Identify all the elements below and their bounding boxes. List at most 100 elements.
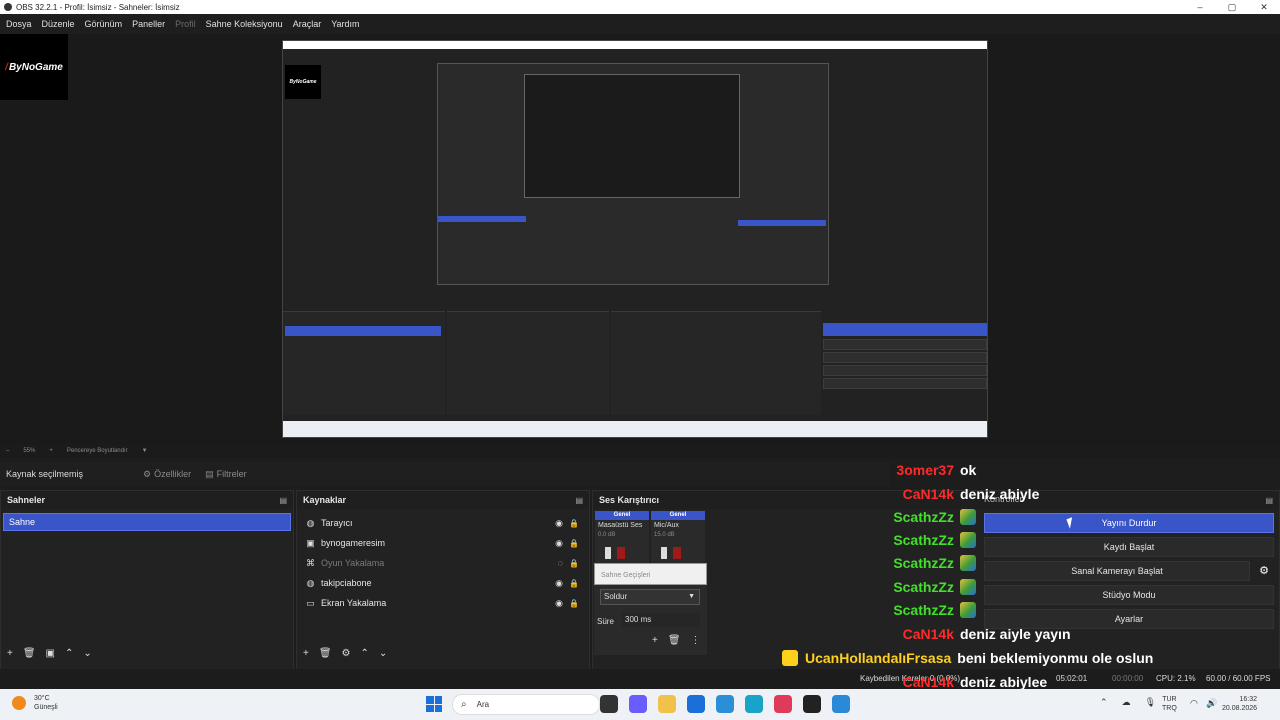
add-source-button[interactable]: + <box>303 648 309 659</box>
store-icon[interactable] <box>687 695 705 713</box>
chat-username: 3omer37 <box>896 462 954 478</box>
source-properties-icon[interactable]: ⚙ <box>342 648 351 659</box>
channel-name[interactable]: Mic/Aux <box>651 520 705 531</box>
taskbar-search-box[interactable]: ⌕ Ara <box>452 694 600 715</box>
preview-zoom-bar: – 55% + Pencereye Boyutlandır ▼ <box>0 444 1280 458</box>
edge-icon[interactable] <box>745 695 763 713</box>
minimize-button[interactable]: – <box>1184 0 1216 14</box>
source-item[interactable]: ⌘ Oyun Yakalama ◌ 🔒 <box>297 553 589 573</box>
status-bar: Kaybedilen Kareler 0 (0.0%) 05:02:01 00:… <box>0 669 1280 689</box>
remove-scene-icon[interactable]: 🗑 <box>23 648 36 659</box>
add-transition-button[interactable]: + <box>652 635 658 646</box>
network-icon[interactable]: ☁ <box>1122 697 1131 708</box>
source-item[interactable]: ▣ bynogameresim ◉ 🔒 <box>297 533 589 553</box>
menu-gorunum[interactable]: Görünüm <box>85 19 123 29</box>
close-button[interactable]: ✕ <box>1248 0 1280 14</box>
logo-text: ByNoGame <box>8 61 63 73</box>
preview-area[interactable]: / ByNoGame ByNoGame <box>0 34 1280 444</box>
zoom-dropdown-icon[interactable]: ▼ <box>142 448 148 454</box>
studio-mode-button[interactable]: Stüdyo Modu <box>984 585 1274 605</box>
preview-canvas: ByNoGame <box>282 40 988 438</box>
source-label: takipciabone <box>321 578 372 588</box>
lock-icon[interactable]: 🔒 <box>569 519 579 528</box>
remove-source-icon[interactable]: 🗑 <box>319 648 332 659</box>
move-down-icon[interactable]: ⌄ <box>83 648 91 659</box>
source-item[interactable]: ▭ Ekran Yakalama ◉ 🔒 <box>297 593 589 613</box>
source-toolbar: Kaynak seçilmemiş ⚙ Özellikler ▤ Filtreler <box>0 462 890 486</box>
move-down-icon[interactable]: ⌄ <box>379 648 387 659</box>
tray-overflow-icon[interactable]: ⌃ <box>1100 697 1108 708</box>
chat-username: CaN14k <box>902 486 954 502</box>
menu-duzenle[interactable]: Düzenle <box>42 19 75 29</box>
transitions-dock: Soldur ▼ Süre 300 ms + 🗑 ⋮ <box>594 585 707 655</box>
user-badge-icon <box>960 509 976 525</box>
volume-slider[interactable] <box>605 547 611 559</box>
dock-menu-icon[interactable]: ▤ <box>279 496 287 505</box>
start-virtual-camera-button[interactable]: Sanal Kamerayı Başlat <box>984 561 1250 581</box>
copilot-icon[interactable] <box>629 695 647 713</box>
start-recording-button[interactable]: Kaydı Başlat <box>984 537 1274 557</box>
menu-yardim[interactable]: Yardım <box>331 19 359 29</box>
visibility-eye-icon[interactable]: ◉ <box>555 598 563 609</box>
move-up-icon[interactable]: ⌃ <box>65 648 73 659</box>
volume-slider[interactable] <box>661 547 667 559</box>
visibility-eye-icon[interactable]: ◉ <box>555 578 563 589</box>
chat-message: CaN14k deniz aiyle yayın <box>860 626 1071 642</box>
obs-taskbar-icon[interactable] <box>803 695 821 713</box>
opera-icon[interactable] <box>774 695 792 713</box>
stop-stream-button[interactable]: Yayını Durdur <box>984 513 1274 533</box>
visibility-eye-icon[interactable]: ◉ <box>555 538 563 549</box>
remove-transition-icon[interactable]: 🗑 <box>668 635 681 646</box>
channel-header: Genel <box>651 511 705 520</box>
scene-filters-icon[interactable]: ▣ <box>46 648 55 659</box>
zoom-in-button[interactable]: + <box>49 448 53 454</box>
nested-taskbar <box>283 421 987 437</box>
scene-item[interactable]: Sahne <box>3 513 291 531</box>
dock-menu-icon[interactable]: ▤ <box>1265 496 1273 505</box>
more-options-icon[interactable]: ⋮ <box>691 635 701 646</box>
zoom-out-button[interactable]: – <box>6 448 9 454</box>
source-label: Oyun Yakalama <box>321 558 385 568</box>
menu-paneller[interactable]: Paneller <box>132 19 165 29</box>
filters-button[interactable]: ▤ Filtreler <box>205 469 247 480</box>
hidden-eye-icon[interactable]: ◌ <box>558 558 563 568</box>
microphone-icon[interactable]: 🎙 <box>1145 697 1156 708</box>
taskbar-clock[interactable]: 16:32 20.08.2026 <box>1222 695 1257 713</box>
visibility-eye-icon[interactable]: ◉ <box>555 518 563 529</box>
add-scene-button[interactable]: + <box>7 648 13 659</box>
maximize-button[interactable]: ▢ <box>1216 0 1248 14</box>
properties-button[interactable]: ⚙ Özellikler <box>143 469 191 480</box>
wifi-icon[interactable]: ◠ <box>1190 698 1198 709</box>
chat-username: ScathzZz <box>893 579 954 595</box>
virtual-camera-settings-gear-icon[interactable]: ⚙ <box>1254 561 1274 581</box>
file-explorer-icon[interactable] <box>658 695 676 713</box>
menu-dosya[interactable]: Dosya <box>6 19 32 29</box>
transition-select[interactable]: Soldur ▼ <box>600 589 700 605</box>
language-indicator[interactable]: TUR TRQ <box>1162 695 1177 713</box>
chat-username: CaN14k <box>902 674 954 690</box>
duration-input[interactable]: 300 ms <box>622 613 700 627</box>
dock-menu-icon[interactable]: ▤ <box>575 496 583 505</box>
source-item[interactable]: ◍ Tarayıcı ◉ 🔒 <box>297 513 589 533</box>
nested-window <box>524 74 740 198</box>
task-view-icon[interactable] <box>600 695 618 713</box>
lock-icon[interactable]: 🔒 <box>569 559 579 568</box>
lock-icon[interactable]: 🔒 <box>569 599 579 608</box>
channel-name[interactable]: Masaüstü Ses <box>595 520 649 531</box>
live-time: 05:02:01 <box>1056 674 1088 683</box>
nested-scenes-panel <box>283 311 445 415</box>
mail-icon[interactable] <box>716 695 734 713</box>
notepad-icon[interactable] <box>832 695 850 713</box>
menu-profil[interactable]: Profil <box>175 19 196 29</box>
mixer-channel: Genel Mic/Aux 15.0 dB <box>651 511 705 565</box>
weather-widget[interactable]: 30°C Güneşli <box>12 694 58 712</box>
move-up-icon[interactable]: ⌃ <box>361 648 369 659</box>
menu-araclar[interactable]: Araçlar <box>293 19 322 29</box>
windows-start-icon[interactable] <box>426 696 442 712</box>
source-item[interactable]: ◍ takipciabone ◉ 🔒 <box>297 573 589 593</box>
lock-icon[interactable]: 🔒 <box>569 539 579 548</box>
fit-to-window-button[interactable]: Pencereye Boyutlandır <box>67 448 128 454</box>
lock-icon[interactable]: 🔒 <box>569 579 579 588</box>
volume-icon[interactable]: 🔊 <box>1206 698 1217 709</box>
menu-sahne-koleksiyonu[interactable]: Sahne Koleksiyonu <box>206 19 283 29</box>
